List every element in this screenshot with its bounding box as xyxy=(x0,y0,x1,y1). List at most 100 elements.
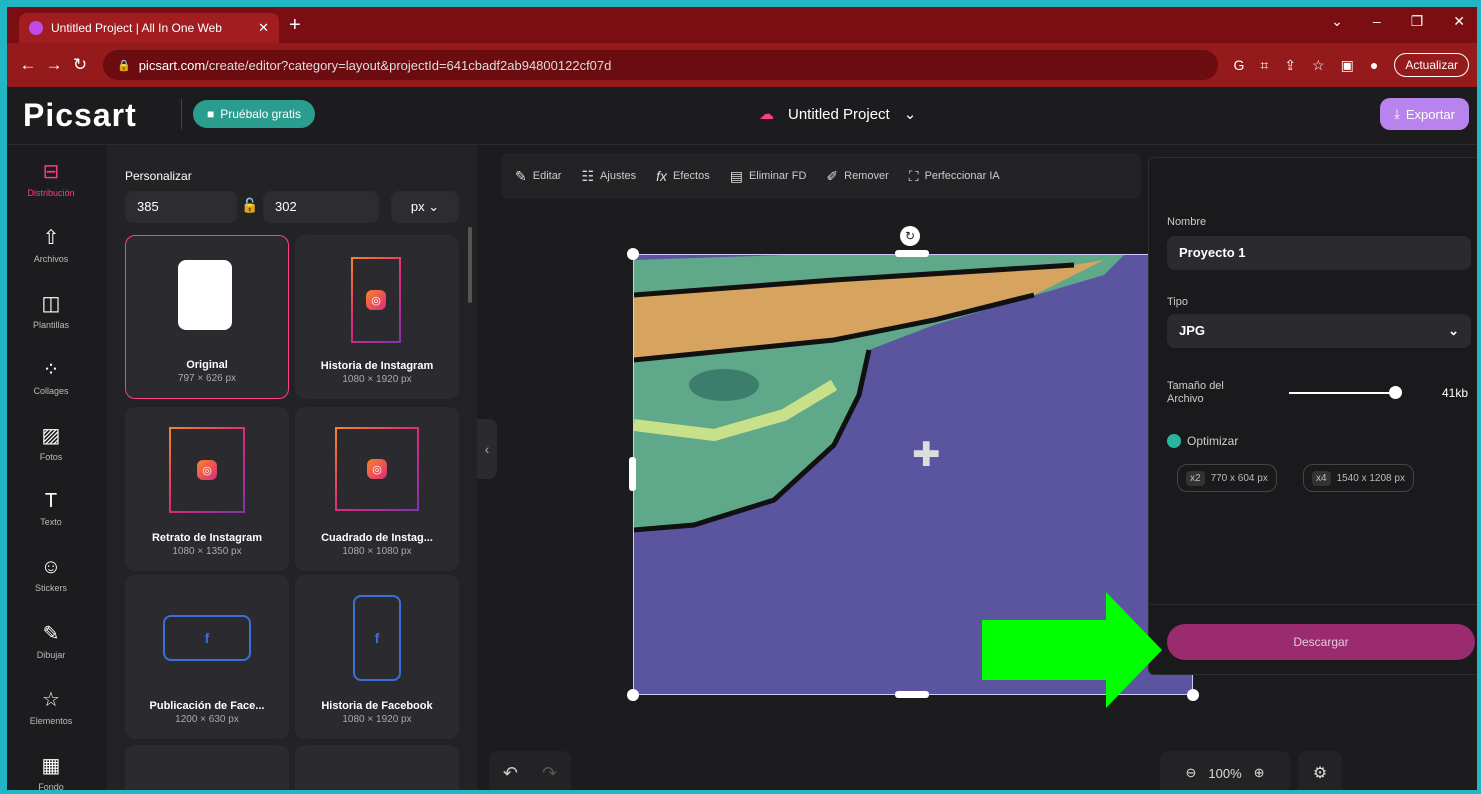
forward-icon[interactable]: → xyxy=(41,55,67,75)
rail-item-fondo[interactable]: ▦ Fondo xyxy=(7,739,95,792)
chip-label: 770 x 604 px xyxy=(1210,472,1268,484)
rail-item-label: Stickers xyxy=(34,582,67,593)
project-title: Untitled Project xyxy=(788,105,890,123)
layout-card-facebook-story[interactable]: f Historia de Facebook 1080 × 1920 px xyxy=(295,575,459,739)
card-name: Publicación de Face... xyxy=(149,700,265,712)
undo-icon[interactable]: ↶ xyxy=(503,763,518,784)
layout-card-facebook-post[interactable]: f Publicación de Face... 1200 × 630 px xyxy=(125,575,289,739)
add-icon[interactable]: ✚ xyxy=(912,435,941,475)
profile-icon[interactable]: ● xyxy=(1370,57,1378,73)
tab-search-icon[interactable]: ⌄ xyxy=(1331,13,1343,30)
rail-item-label: Fondo xyxy=(38,781,64,792)
translate-icon[interactable]: ⌗ xyxy=(1260,57,1268,74)
layout-card-original[interactable]: Original 797 × 626 px xyxy=(125,235,289,399)
back-icon[interactable]: ← xyxy=(15,55,41,75)
layout-card-partial[interactable] xyxy=(125,745,289,790)
resolution-chip-x4[interactable]: x4 1540 x 1208 px xyxy=(1303,464,1414,492)
resize-handle-tl[interactable] xyxy=(627,248,639,260)
resize-handle-top[interactable] xyxy=(895,250,929,257)
card-size: 1080 × 1920 px xyxy=(342,374,412,385)
rail-item-plantillas[interactable]: ◫ Plantillas xyxy=(7,277,95,343)
project-title-dropdown[interactable]: ☁ Untitled Project ⌄ xyxy=(759,105,916,124)
share-icon[interactable]: ⇪ xyxy=(1284,57,1296,74)
update-button[interactable]: Actualizar xyxy=(1394,53,1469,77)
layout-card-instagram-square[interactable]: ◎ Cuadrado de Instag... 1080 × 1080 px xyxy=(295,407,459,571)
screenshot-frame: Untitled Project | All In One Web ✕ + ⌄ … xyxy=(0,0,1481,794)
rail-item-archivos[interactable]: ⇧ Archivos xyxy=(7,211,95,277)
resize-handle-bottom[interactable] xyxy=(895,691,929,698)
zoom-out-icon[interactable]: ⊖ xyxy=(1185,765,1196,781)
eraser-icon: ✐ xyxy=(826,167,839,184)
close-window-icon[interactable]: ✕ xyxy=(1453,13,1465,30)
rail-item-elementos[interactable]: ☆ Elementos xyxy=(7,673,95,739)
restore-icon[interactable]: ❐ xyxy=(1411,13,1424,30)
tool-ajustes[interactable]: ☷ Ajustes xyxy=(581,168,636,185)
picsart-logo[interactable]: Picsart xyxy=(23,97,137,134)
layout-icon: ⊟ xyxy=(42,160,60,183)
file-type-select[interactable]: JPG ⌄ xyxy=(1167,314,1471,348)
layout-card-instagram-story[interactable]: ◎ Historia de Instagram 1080 × 1920 px xyxy=(295,235,459,399)
rail-item-distribución[interactable]: ⊟ Distribución xyxy=(7,145,95,211)
zoom-controls: ⊖ 100% ⊕ xyxy=(1160,751,1290,790)
bookmark-star-icon[interactable]: ☆ xyxy=(1312,57,1325,74)
rail-item-collages[interactable]: ⁘ Collages xyxy=(7,343,95,409)
download-button[interactable]: Descargar xyxy=(1167,624,1475,660)
resolution-chip-x2[interactable]: x2 770 x 604 px xyxy=(1177,464,1277,492)
layout-card-instagram-portrait[interactable]: ◎ Retrato de Instagram 1080 × 1350 px xyxy=(125,407,289,571)
browser-tab[interactable]: Untitled Project | All In One Web ✕ xyxy=(19,13,279,43)
new-tab-icon[interactable]: + xyxy=(289,14,301,37)
nav-buttons: ← → ↻ xyxy=(15,55,93,75)
unit-value: px xyxy=(410,199,425,214)
panel-scrollbar[interactable] xyxy=(468,227,472,303)
tool-label: Efectos xyxy=(673,170,710,182)
rail-item-stickers[interactable]: ☺ Stickers xyxy=(7,541,95,607)
file-size-label: Tamaño del Archivo xyxy=(1167,380,1224,405)
rail-item-dibujar[interactable]: ✎ Dibujar xyxy=(7,607,95,673)
layout-card-partial[interactable] xyxy=(295,745,459,790)
unit-select[interactable]: px ⌄ xyxy=(391,191,459,223)
height-input[interactable]: 302 xyxy=(263,191,379,223)
tool-editor[interactable]: ✎ Editar xyxy=(515,168,561,185)
card-size: 1080 × 1350 px xyxy=(172,546,242,557)
close-tab-icon[interactable]: ✕ xyxy=(258,20,269,36)
try-free-button[interactable]: ■ Pruébalo gratis xyxy=(193,100,315,128)
google-icon[interactable]: G xyxy=(1234,57,1245,73)
project-name-input[interactable]: Proyecto 1 xyxy=(1167,236,1471,270)
rail-item-texto[interactable]: T Texto xyxy=(7,475,95,541)
collapse-panel-button[interactable]: ‹ xyxy=(477,419,497,479)
card-name: Historia de Facebook xyxy=(321,700,433,712)
lock-ratio-icon[interactable]: 🔓 xyxy=(241,197,258,214)
redo-icon[interactable]: ↷ xyxy=(542,763,557,784)
instagram-icon: ◎ xyxy=(367,459,387,479)
rail-item-label: Texto xyxy=(40,516,62,527)
name-label: Nombre xyxy=(1167,216,1207,228)
file-size-slider-knob[interactable] xyxy=(1389,386,1402,399)
window-controls: ⌄ – ❐ ✕ xyxy=(1331,13,1465,30)
tool-eliminar-fondo[interactable]: ▤ Eliminar FD xyxy=(730,168,807,185)
card-name: Retrato de Instagram xyxy=(151,532,263,544)
resize-handle-br[interactable] xyxy=(1187,689,1199,701)
card-size: 1080 × 1080 px xyxy=(342,546,412,557)
zoom-in-icon[interactable]: ⊕ xyxy=(1254,765,1265,781)
tool-remover[interactable]: ✐ Remover xyxy=(826,168,888,185)
resize-handle-left[interactable] xyxy=(629,457,636,491)
reload-icon[interactable]: ↻ xyxy=(67,55,93,75)
resize-handle-bl[interactable] xyxy=(627,689,639,701)
remove-bg-icon: ▤ xyxy=(729,167,743,184)
url-domain: picsart.com xyxy=(138,57,206,73)
tool-perfeccionar[interactable]: ⛶ Perfeccionar IA xyxy=(909,168,1000,185)
file-size-slider[interactable] xyxy=(1289,392,1397,394)
tool-efectos[interactable]: fx Efectos xyxy=(656,168,710,184)
rotate-handle-icon[interactable]: ↻ xyxy=(900,226,920,246)
optimize-toggle[interactable]: Optimizar xyxy=(1167,434,1238,448)
extensions: G ⌗ ⇪ ☆ ▣ ● Actualizar xyxy=(1234,53,1469,77)
rail-item-fotos[interactable]: ▨ Fotos xyxy=(7,409,95,475)
export-button[interactable]: ⤓ Exportar xyxy=(1380,98,1469,130)
panel-title: Personalizar xyxy=(125,169,192,183)
url-field[interactable]: 🔒 picsart.com/create/editor?category=lay… xyxy=(103,50,1218,80)
edit-icon: ✎ xyxy=(515,167,527,184)
sidebar-icon[interactable]: ▣ xyxy=(1341,57,1354,74)
minimize-icon[interactable]: – xyxy=(1373,13,1381,30)
settings-gear-icon[interactable]: ⚙ xyxy=(1298,751,1342,790)
width-input[interactable]: 385 xyxy=(125,191,237,223)
